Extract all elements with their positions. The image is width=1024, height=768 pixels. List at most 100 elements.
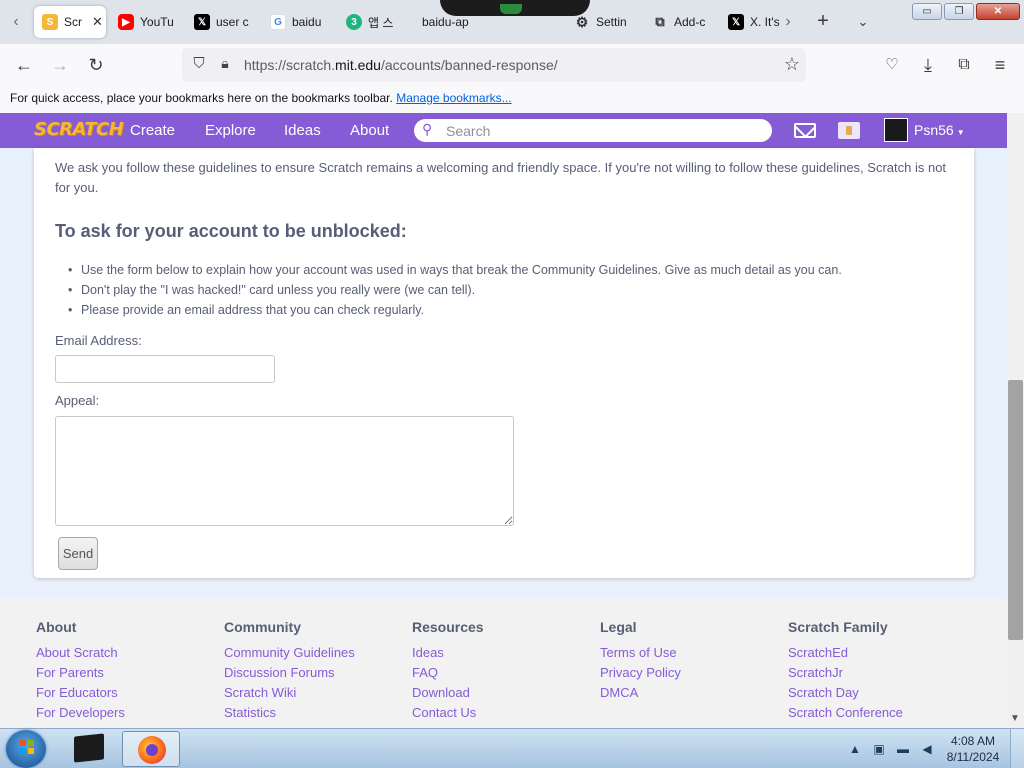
guidelines-intro: We ask you follow these guidelines to en… [55, 160, 947, 195]
footer-link[interactable]: ScratchEd [788, 643, 903, 663]
tab-scratch[interactable]: S Scr ✕ [34, 6, 106, 38]
firefox-icon [138, 736, 166, 764]
account-menu[interactable]: Psn56 ▼ [914, 122, 965, 138]
footer-link[interactable]: FAQ [412, 663, 484, 683]
send-button[interactable]: Send [58, 537, 98, 570]
taskbar-clock[interactable]: 4:08 AM 8/11/2024 [944, 733, 1002, 765]
footer-link[interactable]: Contact Us [412, 703, 484, 723]
new-tab-button[interactable]: + [812, 11, 834, 33]
footer-link[interactable]: Privacy Policy [600, 663, 681, 683]
terminal-app-icon [74, 733, 104, 763]
scratch-logo[interactable]: SCRATCH [34, 119, 124, 141]
nav-create[interactable]: Create [130, 122, 175, 139]
forward-arrow-icon[interactable]: → [48, 54, 72, 78]
footer-link[interactable]: Statistics [224, 703, 355, 723]
google-favicon-icon: G [270, 14, 286, 30]
footer-link[interactable]: DMCA [600, 683, 681, 703]
x-favicon-icon: 𝕏 [194, 14, 210, 30]
footer-link[interactable]: Scratch Conference [788, 703, 903, 723]
list-item: Please provide an email address that you… [55, 300, 842, 320]
nav-about[interactable]: About [350, 122, 389, 139]
download-icon[interactable]: ⤓ [916, 54, 940, 78]
scrollbar-thumb[interactable] [1008, 380, 1023, 640]
tab-label: YouTu [140, 15, 174, 29]
system-tray: ▲ ▣ ▬ ◀ [846, 729, 936, 768]
tracking-shield-icon[interactable]: ⛉ [190, 55, 208, 75]
tab-addons[interactable]: ⧉ Add-c [644, 6, 718, 38]
my-stuff-folder-icon[interactable] [838, 122, 860, 139]
scratch-favicon-icon: S [42, 14, 58, 30]
search-input[interactable] [446, 122, 756, 139]
windows-logo-icon [20, 740, 34, 754]
volume-tray-icon[interactable]: ◀ [918, 742, 936, 756]
back-arrow-icon[interactable]: ← [12, 54, 36, 78]
footer-link[interactable]: Discussion Forums [224, 663, 355, 683]
url-bar[interactable]: ⛉ 🔒︎ https://scratch.mit.edu/accounts/ba… [182, 48, 806, 82]
tab-label: X. It's [750, 15, 780, 29]
footer-link[interactable]: For Developers [36, 703, 125, 723]
window-controls: ▭ ❐ ✕ [912, 3, 1020, 20]
email-label: Email Address: [55, 333, 142, 348]
tab-youtube[interactable]: ▶ YouTu [110, 6, 182, 38]
search-icon: ⚲ [422, 121, 433, 137]
tab-label: user c [216, 15, 249, 29]
manage-bookmarks-link[interactable]: Manage bookmarks... [396, 91, 511, 105]
extensions-icon[interactable]: ⧉ [952, 54, 976, 78]
username: Psn56 [914, 122, 954, 138]
list-all-tabs-button[interactable]: ⌄ [852, 11, 874, 33]
email-field[interactable] [55, 355, 275, 383]
bookmark-star-icon[interactable]: ☆ [784, 54, 800, 75]
footer-column-about: About About Scratch For Parents For Educ… [36, 619, 125, 723]
reload-icon[interactable]: ↻ [84, 54, 108, 78]
tab-x-user[interactable]: 𝕏 user c [186, 6, 258, 38]
footer-link[interactable]: Download [412, 683, 484, 703]
footer-column-scratch-family: Scratch Family ScratchEd ScratchJr Scrat… [788, 619, 903, 723]
bookmarks-hint: For quick access, place your bookmarks h… [10, 91, 393, 105]
close-tab-icon[interactable]: ✕ [92, 14, 103, 30]
browser-tab-bar: ‹ S Scr ✕ ▶ YouTu 𝕏 user c G baidu 3 앱 스… [0, 0, 1024, 44]
footer-link[interactable]: About Scratch [36, 643, 125, 663]
footer-column-resources: Resources Ideas FAQ Download Contact Us [412, 619, 484, 723]
youtube-favicon-icon: ▶ [118, 14, 134, 30]
search-box[interactable]: ⚲ [414, 119, 772, 142]
footer-link[interactable]: Ideas [412, 643, 484, 663]
footer-link[interactable]: Community Guidelines [224, 643, 355, 663]
browser-nav-bar: ← → ↻ ⛉ 🔒︎ https://scratch.mit.edu/accou… [0, 44, 1024, 86]
lock-icon[interactable]: 🔒︎ [216, 55, 234, 75]
scroll-down-icon[interactable]: ▼ [1010, 713, 1020, 724]
footer-link[interactable]: For Educators [36, 683, 125, 703]
footer-link[interactable]: Scratch Day [788, 683, 903, 703]
nav-explore[interactable]: Explore [205, 122, 256, 139]
messages-envelope-icon[interactable] [794, 123, 816, 138]
scroll-tabs-right-icon[interactable]: › [778, 12, 798, 32]
close-window-icon[interactable]: ✕ [976, 3, 1020, 20]
minimize-icon[interactable]: ▭ [912, 3, 942, 20]
device-notch [440, 0, 590, 16]
page-scrollbar[interactable]: ▼ [1007, 113, 1024, 728]
menu-icon[interactable]: ≡ [988, 54, 1012, 78]
nav-ideas[interactable]: Ideas [284, 122, 321, 139]
footer-link[interactable]: Scratch Wiki [224, 683, 355, 703]
footer-link[interactable]: ScratchJr [788, 663, 903, 683]
tab-label: baidu-ap [422, 15, 469, 29]
restore-icon[interactable]: ❐ [944, 3, 974, 20]
pocket-icon[interactable]: ♡ [880, 54, 904, 78]
show-hidden-icons-icon[interactable]: ▲ [846, 742, 864, 756]
footer-link[interactable]: Terms of Use [600, 643, 681, 663]
avatar[interactable] [884, 118, 908, 142]
tab-baidu-google[interactable]: G baidu [262, 6, 334, 38]
taskbar-app-firefox[interactable] [122, 731, 180, 767]
taskbar-app-terminal[interactable] [60, 731, 118, 767]
scroll-tabs-left-icon[interactable]: ‹ [6, 12, 26, 32]
start-button[interactable] [6, 730, 46, 768]
appeal-textarea[interactable] [55, 416, 514, 526]
tab-app-store[interactable]: 3 앱 스 [338, 6, 410, 38]
network-tray-icon[interactable]: ▣ [870, 742, 888, 756]
show-desktop-button[interactable] [1010, 729, 1024, 768]
footer-heading: Resources [412, 619, 484, 635]
footer-link[interactable]: For Parents [36, 663, 125, 683]
bookmarks-toolbar: For quick access, place your bookmarks h… [0, 86, 1024, 113]
display-tray-icon[interactable]: ▬ [894, 742, 912, 756]
tab-x[interactable]: 𝕏 X. It's [720, 6, 782, 38]
url-text[interactable]: https://scratch.mit.edu/accounts/banned-… [244, 57, 558, 73]
